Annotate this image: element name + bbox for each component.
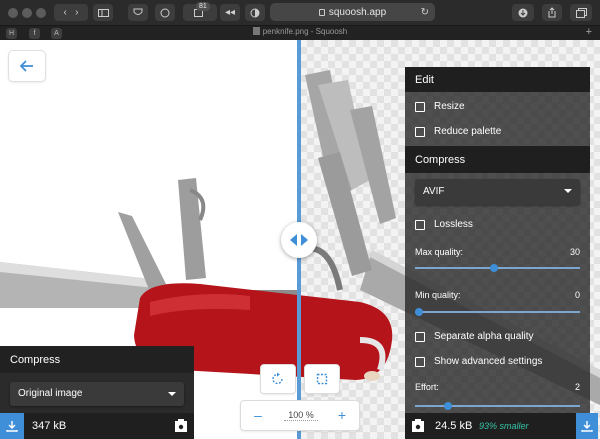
left-save-side-icon[interactable] xyxy=(174,418,188,433)
left-file-size: 347 kB xyxy=(32,420,67,432)
download-circle-icon xyxy=(518,8,528,17)
extension-badge: 81 xyxy=(196,2,210,11)
separate-alpha-label: Separate alpha quality xyxy=(434,331,534,342)
left-download-button[interactable] xyxy=(0,413,24,439)
document-icon xyxy=(252,27,260,35)
close-window-button[interactable] xyxy=(8,8,18,18)
rotate-icon xyxy=(272,372,283,385)
right-compress-heading: Compress xyxy=(405,146,590,173)
share-button[interactable] xyxy=(542,4,562,21)
min-quality-value[interactable]: 0 xyxy=(575,290,580,300)
chevron-right-icon[interactable]: › xyxy=(75,7,78,18)
browser-chrome: ‹ › 81 ◂◂ squoosh.app ↻ H f A penknife.p… xyxy=(0,0,600,40)
reader-button[interactable] xyxy=(245,4,265,21)
tab-title-text: penknife.png - Squoosh xyxy=(262,27,348,36)
zoom-in-button[interactable]: + xyxy=(333,407,351,425)
max-quality-value[interactable]: 30 xyxy=(570,247,580,257)
square-icon xyxy=(316,373,328,385)
url-text: squoosh.app xyxy=(328,6,387,18)
resize-checkbox[interactable] xyxy=(415,101,425,112)
browser-toolbar: ‹ › 81 ◂◂ squoosh.app ↻ xyxy=(0,0,600,25)
shield-icon xyxy=(133,8,143,15)
effort-label: Effort: xyxy=(415,382,439,392)
pocket-button[interactable] xyxy=(128,4,148,21)
right-encoder-select[interactable]: AVIF xyxy=(415,179,580,205)
background-toggle-button[interactable] xyxy=(304,364,340,394)
resize-label: Resize xyxy=(434,101,465,112)
download-icon xyxy=(581,421,593,432)
reduce-palette-label: Reduce palette xyxy=(434,126,502,137)
max-quality-slider[interactable] xyxy=(415,264,580,272)
extension-button[interactable] xyxy=(155,4,175,21)
zoom-out-button[interactable]: – xyxy=(249,407,267,425)
compare-handle[interactable] xyxy=(281,222,317,258)
chevron-down-icon xyxy=(564,189,572,193)
tabs-overview-button[interactable] xyxy=(570,4,592,21)
squoosh-app: Compress Original image 347 kB – 100 % +… xyxy=(0,40,600,439)
right-file-size: 24.5 kB xyxy=(435,420,473,432)
effort-thumb[interactable] xyxy=(444,402,452,410)
lock-icon xyxy=(318,8,325,16)
lossless-option[interactable]: Lossless xyxy=(415,219,473,230)
tabs-icon xyxy=(575,7,587,18)
lossless-label: Lossless xyxy=(434,219,473,230)
share-icon xyxy=(548,7,556,18)
new-tab-icon[interactable]: + xyxy=(586,26,592,38)
left-encoder-value: Original image xyxy=(18,388,83,399)
back-forward-buttons[interactable]: ‹ › xyxy=(54,4,88,21)
effort-slider[interactable] xyxy=(415,402,580,410)
left-encoder-select[interactable]: Original image xyxy=(10,382,184,406)
show-advanced-checkbox[interactable] xyxy=(415,356,425,367)
zoom-controls: – 100 % + xyxy=(240,400,360,431)
back-button[interactable] xyxy=(8,50,46,82)
download-icon xyxy=(6,421,18,432)
min-quality-label: Min quality: xyxy=(415,290,461,300)
active-tab-title[interactable]: penknife.png - Squoosh xyxy=(0,27,600,36)
address-bar[interactable]: squoosh.app ↻ xyxy=(270,3,435,21)
min-quality-slider[interactable] xyxy=(415,308,580,316)
reload-icon[interactable]: ↻ xyxy=(421,7,429,18)
separate-alpha-option[interactable]: Separate alpha quality xyxy=(415,331,534,342)
max-quality-label: Max quality: xyxy=(415,247,464,257)
right-encoder-value: AVIF xyxy=(423,186,445,197)
sidebar-icon xyxy=(97,8,109,17)
globe-icon xyxy=(160,8,170,17)
left-compress-heading: Compress xyxy=(0,346,194,373)
right-results-bar: 24.5 kB 93% smaller xyxy=(405,413,598,439)
left-options-panel: Compress Original image 347 kB xyxy=(0,346,194,439)
split-arrows-icon xyxy=(290,234,308,246)
zoom-value: 100 xyxy=(288,410,304,420)
zoom-input[interactable]: 100 % xyxy=(284,410,318,421)
chevron-down-icon xyxy=(168,392,176,396)
chevron-left-icon[interactable]: ‹ xyxy=(63,7,66,18)
effort-value[interactable]: 2 xyxy=(575,382,580,392)
extension-button-3[interactable]: ◂◂ xyxy=(220,4,240,21)
edit-heading: Edit xyxy=(405,67,590,92)
size-savings: 93% smaller xyxy=(479,421,529,431)
downloads-button[interactable] xyxy=(512,4,534,21)
left-results-bar: 347 kB xyxy=(0,413,194,439)
show-advanced-label: Show advanced settings xyxy=(434,356,543,367)
right-save-side-icon[interactable] xyxy=(411,418,425,433)
reduce-palette-option[interactable]: Reduce palette xyxy=(415,126,501,137)
sidebar-toggle-button[interactable] xyxy=(93,4,113,21)
lossless-checkbox[interactable] xyxy=(415,219,425,230)
zoom-unit: % xyxy=(305,410,314,420)
min-quality-thumb[interactable] xyxy=(415,308,423,316)
max-quality-thumb[interactable] xyxy=(490,264,499,272)
arrow-left-icon xyxy=(20,60,33,72)
right-download-button[interactable] xyxy=(576,413,598,439)
rotate-button[interactable] xyxy=(260,364,296,394)
resize-option[interactable]: Resize xyxy=(415,101,465,112)
tab-bar: H f A penknife.png - Squoosh + xyxy=(0,25,600,40)
minimize-window-button[interactable] xyxy=(22,8,32,18)
half-circle-icon xyxy=(250,8,260,17)
show-advanced-option[interactable]: Show advanced settings xyxy=(415,356,542,367)
zoom-window-button[interactable] xyxy=(36,8,46,18)
right-options-panel: Edit Resize Reduce palette Compress AVIF… xyxy=(405,67,598,439)
separate-alpha-checkbox[interactable] xyxy=(415,331,425,342)
reduce-palette-checkbox[interactable] xyxy=(415,126,425,137)
rewind-icon: ◂◂ xyxy=(224,7,236,18)
